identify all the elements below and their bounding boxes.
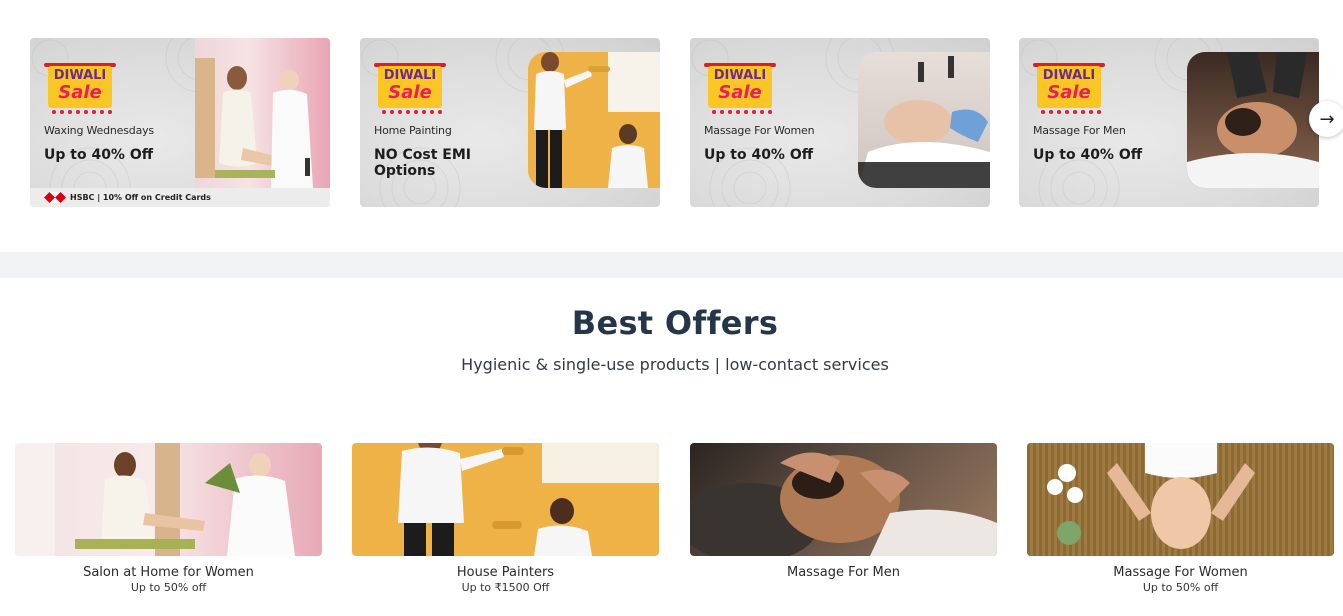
badge-top-text: DIWALI — [1042, 68, 1096, 83]
offer-card-massage-men[interactable]: Massage For Men — [690, 443, 997, 581]
banner-offer: Up to 40% Off — [44, 147, 154, 163]
offer-image-massage-women — [1027, 443, 1334, 556]
diwali-sale-badge: DIWALI Sale — [372, 60, 448, 118]
offer-card-salon-women[interactable]: Salon at Home for Women Up to 50% off — [15, 443, 322, 594]
offer-name: Massage For Women — [1113, 565, 1248, 580]
offer-image-salon — [15, 443, 322, 556]
banner-waxing[interactable]: DIWALI Sale Waxing Wednesdays Up to 40% … — [30, 38, 330, 207]
diwali-sale-badge: DIWALI Sale — [42, 60, 118, 118]
offer-carousel: DIWALI Sale Waxing Wednesdays Up to 40% … — [0, 0, 1343, 252]
offer-name: House Painters — [456, 565, 555, 580]
diwali-sale-badge: DIWALI Sale — [1031, 60, 1107, 118]
carousel-next-button[interactable]: → — [1309, 101, 1343, 137]
bank-offer-text: HSBC | 10% Off on Credit Cards — [70, 193, 211, 202]
banner-massage-women[interactable]: DIWALI Sale Massage For Women Up to 40% … — [690, 38, 990, 207]
banner-category: Waxing Wednesdays — [44, 124, 154, 137]
offer-image-painters — [352, 443, 659, 556]
badge-bottom-text: Sale — [58, 82, 102, 103]
offer-name: Salon at Home for Women — [83, 565, 254, 580]
offer-name: Massage For Men — [787, 565, 900, 580]
banner-category: Home Painting — [374, 124, 452, 137]
badge-top-text: DIWALI — [713, 68, 767, 83]
banner-massage-men[interactable]: DIWALI Sale Massage For Men Up to 40% Of… — [1019, 38, 1319, 207]
hsbc-logo-icon — [44, 192, 66, 203]
offer-discount: Up to 50% off — [1142, 581, 1219, 594]
bank-offer-strip: HSBC | 10% Off on Credit Cards — [30, 188, 330, 207]
offer-discount: Up to ₹1500 Off — [461, 581, 550, 594]
section-subtitle: Hygienic & single-use products | low-con… — [461, 355, 889, 374]
banner-offer: NO Cost EMI Options — [374, 147, 471, 179]
section-divider — [0, 252, 1343, 278]
banner-photo-painting — [528, 52, 660, 188]
badge-top-text: DIWALI — [383, 68, 437, 83]
banner-offer: Up to 40% Off — [1033, 147, 1143, 163]
offer-card-house-painters[interactable]: House Painters Up to ₹1500 Off — [352, 443, 659, 594]
badge-bottom-text: Sale — [388, 82, 432, 103]
badge-bottom-text: Sale — [718, 82, 762, 103]
banner-offer: Up to 40% Off — [704, 147, 814, 163]
banner-photo-massage-women — [858, 52, 990, 188]
offer-image-massage-men — [690, 443, 997, 556]
badge-top-text: DIWALI — [53, 68, 107, 83]
offer-discount: Up to 50% off — [130, 581, 207, 594]
banner-home-painting[interactable]: DIWALI Sale Home Painting NO Cost EMI Op… — [360, 38, 660, 207]
arrow-right-icon: → — [1319, 108, 1335, 130]
banner-category: Massage For Women — [704, 124, 815, 137]
banner-category: Massage For Men — [1033, 124, 1126, 137]
banner-photo-massage-men — [1187, 52, 1319, 188]
banner-photo-waxing — [195, 38, 330, 207]
badge-bottom-text: Sale — [1047, 82, 1091, 103]
offer-card-massage-women[interactable]: Massage For Women Up to 50% off — [1027, 443, 1334, 594]
section-title: Best Offers — [571, 304, 779, 342]
diwali-sale-badge: DIWALI Sale — [702, 60, 778, 118]
